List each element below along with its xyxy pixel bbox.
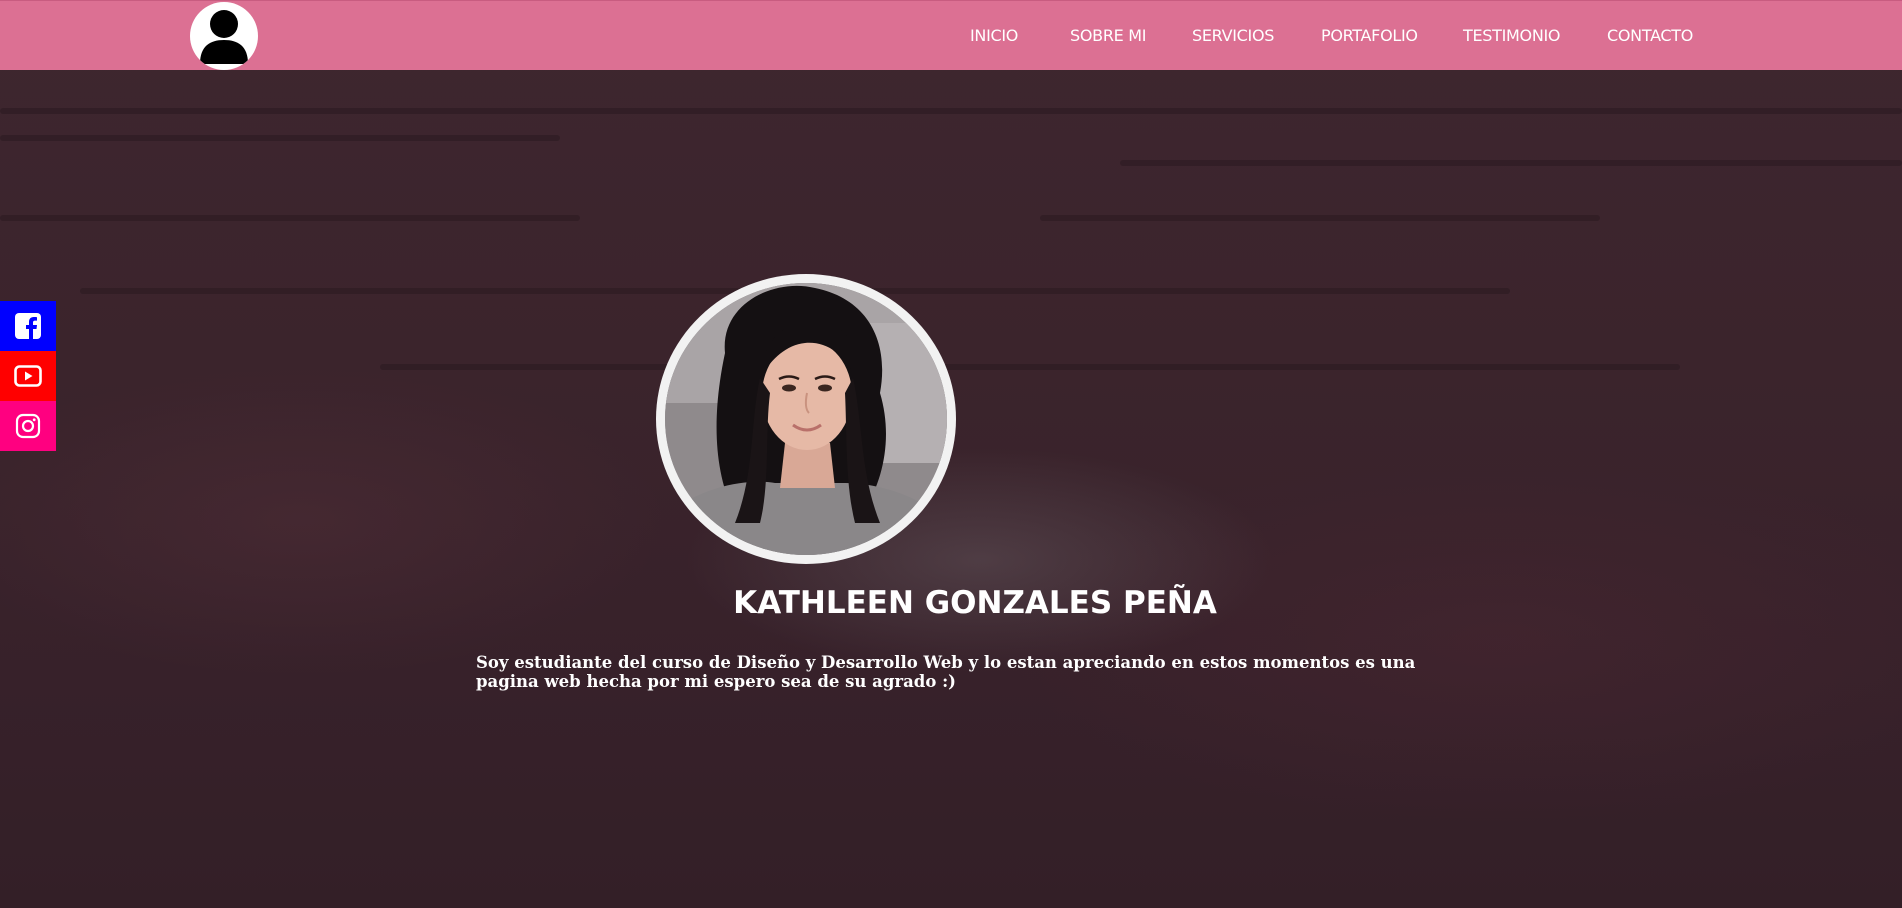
- instagram-icon: [15, 413, 41, 439]
- social-sidebar: [0, 301, 56, 451]
- background-texture: [0, 215, 580, 221]
- nav-item-servicios[interactable]: SERVICIOS: [1192, 26, 1274, 45]
- top-navbar: INICIO SOBRE MI SERVICIOS PORTAFOLIO TES…: [0, 0, 1902, 70]
- nav-item-contacto[interactable]: CONTACTO: [1607, 26, 1693, 45]
- background-texture: [0, 108, 1902, 114]
- user-avatar-icon: [200, 10, 248, 64]
- nav-item-sobre-mi[interactable]: SOBRE MI: [1070, 26, 1146, 45]
- background-texture: [380, 364, 1680, 370]
- background-texture: [0, 135, 560, 141]
- nav-item-portafolio[interactable]: PORTAFOLIO: [1321, 26, 1418, 45]
- instagram-button[interactable]: [0, 401, 56, 451]
- youtube-icon: [14, 365, 42, 387]
- profile-name: KATHLEEN GONZALES PEÑA: [733, 585, 1217, 621]
- page: INICIO SOBRE MI SERVICIOS PORTAFOLIO TES…: [0, 0, 1902, 908]
- background-texture: [1040, 215, 1600, 221]
- background-texture: [1120, 160, 1902, 166]
- profile-photo-image: [665, 283, 947, 555]
- nav-item-inicio[interactable]: INICIO: [970, 26, 1018, 45]
- nav-item-testimonio[interactable]: TESTIMONIO: [1463, 26, 1561, 45]
- profile-photo: [656, 274, 956, 564]
- profile-bio: Soy estudiante del curso de Diseño y Des…: [476, 653, 1416, 691]
- facebook-icon: [15, 313, 41, 339]
- facebook-button[interactable]: [0, 301, 56, 351]
- logo[interactable]: [190, 2, 258, 70]
- youtube-button[interactable]: [0, 351, 56, 401]
